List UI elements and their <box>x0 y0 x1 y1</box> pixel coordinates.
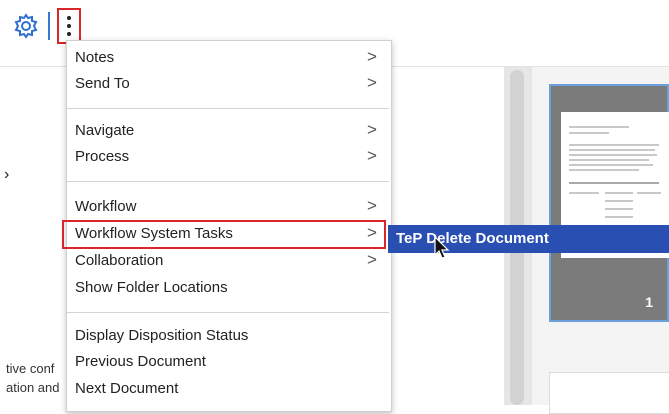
menu-item-previous-document[interactable]: Previous Document <box>67 349 389 375</box>
thumb-line <box>569 164 653 166</box>
menu-item-label: Previous Document <box>75 353 206 370</box>
chevron-right-icon: > <box>367 120 377 139</box>
thumb-line <box>569 182 659 184</box>
menu-item-label: Notes <box>75 49 115 66</box>
thumb-line <box>605 192 633 194</box>
menu-item-notes[interactable]: Notes > <box>67 45 389 71</box>
menu-item-label: Workflow <box>75 198 137 215</box>
menu-item-send-to[interactable]: Send To > <box>67 71 389 97</box>
kebab-dot <box>67 24 71 28</box>
menu-separator <box>67 108 389 109</box>
menu-item-label: Next Document <box>75 380 179 397</box>
more-options-button[interactable] <box>57 8 81 44</box>
menu-item-workflow[interactable]: Workflow > <box>67 194 389 220</box>
thumb-line <box>569 159 649 161</box>
menu-item-label: Show Folder Locations <box>75 279 228 296</box>
document-text-line: ation and <box>6 380 60 395</box>
chevron-right-icon: > <box>367 196 377 215</box>
menu-item-label: Send To <box>75 75 130 92</box>
thumb-line <box>605 208 633 210</box>
menu-item-label: Process <box>75 148 130 165</box>
menu-item-collaboration[interactable]: Collaboration > <box>67 248 389 274</box>
chevron-right-icon: > <box>367 250 377 269</box>
toolbar-separator <box>48 12 50 40</box>
menu-item-next-document[interactable]: Next Document <box>67 376 389 402</box>
chevron-right-icon: > <box>367 73 377 92</box>
mouse-pointer-icon <box>434 236 450 259</box>
page-thumbnail[interactable] <box>549 372 669 414</box>
menu-separator <box>67 312 389 313</box>
menu-item-show-folder-locations[interactable]: Show Folder Locations <box>67 275 389 301</box>
thumb-line <box>569 154 657 156</box>
annotation-highlight-box <box>62 220 386 249</box>
arrow-icon: › <box>4 166 10 183</box>
thumb-line <box>569 144 659 146</box>
thumb-line <box>637 192 661 194</box>
menu-item-label: Collaboration <box>75 252 164 269</box>
thumb-line <box>605 200 633 202</box>
kebab-icon <box>67 16 71 20</box>
menu-separator <box>67 181 389 182</box>
menu-item-label: Display Disposition Status <box>75 327 249 344</box>
kebab-dot <box>67 32 71 36</box>
thumbnail-page-number: 1 <box>645 294 653 310</box>
gear-icon[interactable] <box>13 13 39 39</box>
thumb-line <box>569 132 609 134</box>
submenu: TeP Delete Document <box>388 225 669 253</box>
document-text-line: tive conf <box>6 361 55 376</box>
menu-item-label: Navigate <box>75 122 135 139</box>
chevron-right-icon: > <box>367 47 377 66</box>
menu-item-display-disposition-status[interactable]: Display Disposition Status <box>67 323 389 349</box>
menu-item-process[interactable]: Process > <box>67 144 389 170</box>
thumb-line <box>569 126 629 128</box>
thumb-line <box>569 192 599 194</box>
thumb-line <box>569 149 655 151</box>
submenu-item-label: TeP Delete Document <box>396 230 549 247</box>
chevron-right-icon: > <box>367 146 377 165</box>
thumb-line <box>605 216 633 218</box>
menu-item-navigate[interactable]: Navigate > <box>67 118 389 144</box>
thumb-line <box>569 169 639 171</box>
page-thumbnail[interactable]: 1 <box>549 84 669 322</box>
